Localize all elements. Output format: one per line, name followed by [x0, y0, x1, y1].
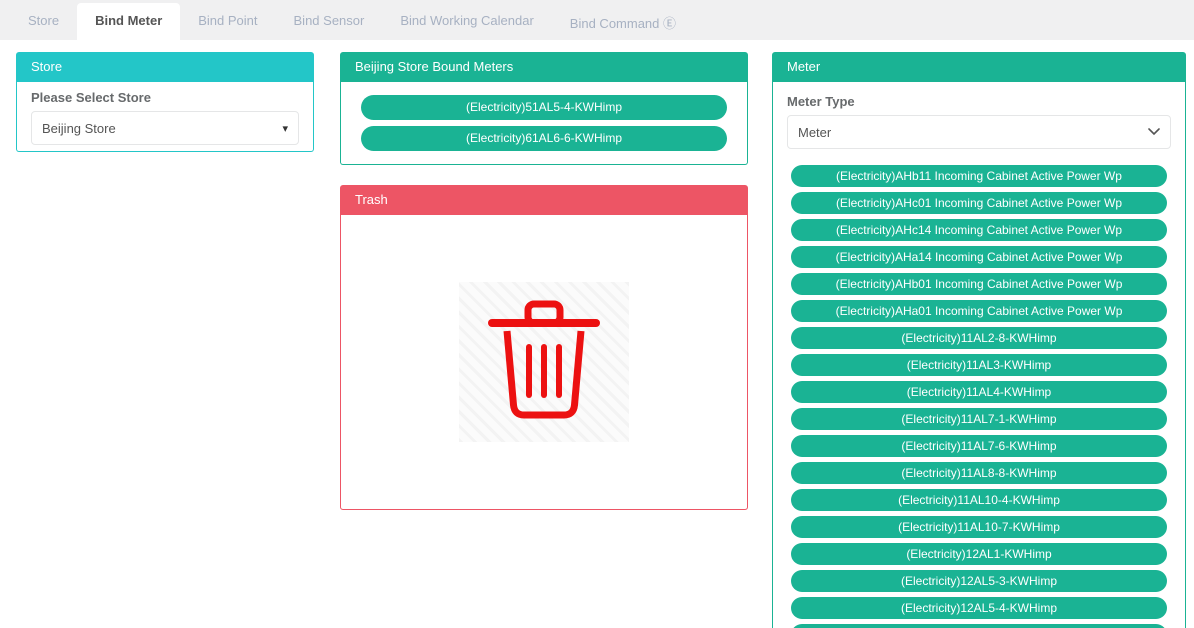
- tab-bind-meter[interactable]: Bind Meter: [77, 3, 180, 40]
- meter-pill[interactable]: (Electricity)12AL1-KWHimp: [791, 543, 1167, 565]
- trash-dropzone[interactable]: [340, 215, 748, 510]
- tab-bar: StoreBind MeterBind PointBind SensorBind…: [0, 0, 1194, 40]
- meter-pill[interactable]: (Electricity)11AL2-8-KWHimp: [791, 327, 1167, 349]
- bound-meters-list: (Electricity)51AL5-4-KWHimp (Electricity)…: [340, 82, 748, 165]
- meter-pill[interactable]: (Electricity)12AL5-4-KWHimp: [791, 597, 1167, 619]
- meter-pill[interactable]: (Electricity)11AL4-KWHimp: [791, 381, 1167, 403]
- trash-can-icon: [459, 282, 629, 442]
- tab-bind-sensor[interactable]: Bind Sensor: [276, 3, 383, 40]
- bound-meter-pill[interactable]: (Electricity)61AL6-6-KWHimp: [361, 126, 727, 151]
- trash-title: Trash: [340, 185, 748, 215]
- meter-pill[interactable]: (Electricity)11AL7-6-KWHimp: [791, 435, 1167, 457]
- bound-meters-title: Beijing Store Bound Meters: [340, 52, 748, 82]
- meter-type-select[interactable]: Meter: [787, 115, 1171, 149]
- content-area: Store Please Select Store Beijing Store …: [0, 40, 1194, 628]
- caret-down-icon: ▾: [282, 122, 288, 135]
- meter-pill[interactable]: (Electricity)11AL8-8-KWHimp: [791, 462, 1167, 484]
- meter-pill[interactable]: (Electricity)AHc14 Incoming Cabinet Acti…: [791, 219, 1167, 241]
- tab-bind-command[interactable]: Bind Command Ⓔ: [552, 3, 694, 40]
- store-panel-body: Please Select Store Beijing Store ▾: [16, 82, 314, 152]
- store-panel-title: Store: [16, 52, 314, 82]
- meter-pill[interactable]: (Electricity)11AL10-7-KWHimp: [791, 516, 1167, 538]
- trash-panel: Trash: [340, 185, 748, 510]
- meter-pill[interactable]: (Electricity)AHa01 Incoming Cabinet Acti…: [791, 300, 1167, 322]
- store-panel: Store Please Select Store Beijing Store …: [16, 52, 314, 152]
- chevron-down-icon: [1148, 128, 1160, 136]
- meter-pill-partial[interactable]: [791, 624, 1167, 628]
- meter-pill[interactable]: (Electricity)AHb11 Incoming Cabinet Acti…: [791, 165, 1167, 187]
- tab-bind-point[interactable]: Bind Point: [180, 3, 275, 40]
- bind-meter-page: StoreBind MeterBind PointBind SensorBind…: [0, 0, 1194, 628]
- meter-pill[interactable]: (Electricity)11AL10-4-KWHimp: [791, 489, 1167, 511]
- meter-title: Meter: [772, 52, 1186, 82]
- meter-pill[interactable]: (Electricity)11AL7-1-KWHimp: [791, 408, 1167, 430]
- store-select[interactable]: Beijing Store ▾: [31, 111, 299, 145]
- meter-type-value: Meter: [798, 125, 831, 140]
- meter-pill[interactable]: (Electricity)AHc01 Incoming Cabinet Acti…: [791, 192, 1167, 214]
- meter-type-label: Meter Type: [787, 94, 1171, 109]
- meter-panel: Meter Meter Type Meter (Electricity)AHb1…: [772, 52, 1186, 628]
- meter-list: (Electricity)AHb11 Incoming Cabinet Acti…: [787, 165, 1171, 628]
- bound-meter-pill[interactable]: (Electricity)51AL5-4-KWHimp: [361, 95, 727, 120]
- meter-panel-body: Meter Type Meter (Electricity)AHb11 Inco…: [772, 82, 1186, 628]
- meter-pill[interactable]: (Electricity)12AL5-3-KWHimp: [791, 570, 1167, 592]
- bound-meters-panel: Beijing Store Bound Meters (Electricity)…: [340, 52, 748, 165]
- tab-store[interactable]: Store: [10, 3, 77, 40]
- meter-pill[interactable]: (Electricity)AHb01 Incoming Cabinet Acti…: [791, 273, 1167, 295]
- store-select-label: Please Select Store: [31, 90, 299, 105]
- tab-bind-working-calendar[interactable]: Bind Working Calendar: [382, 3, 551, 40]
- meter-pill[interactable]: (Electricity)11AL3-KWHimp: [791, 354, 1167, 376]
- store-select-value: Beijing Store: [42, 121, 116, 136]
- meter-pill[interactable]: (Electricity)AHa14 Incoming Cabinet Acti…: [791, 246, 1167, 268]
